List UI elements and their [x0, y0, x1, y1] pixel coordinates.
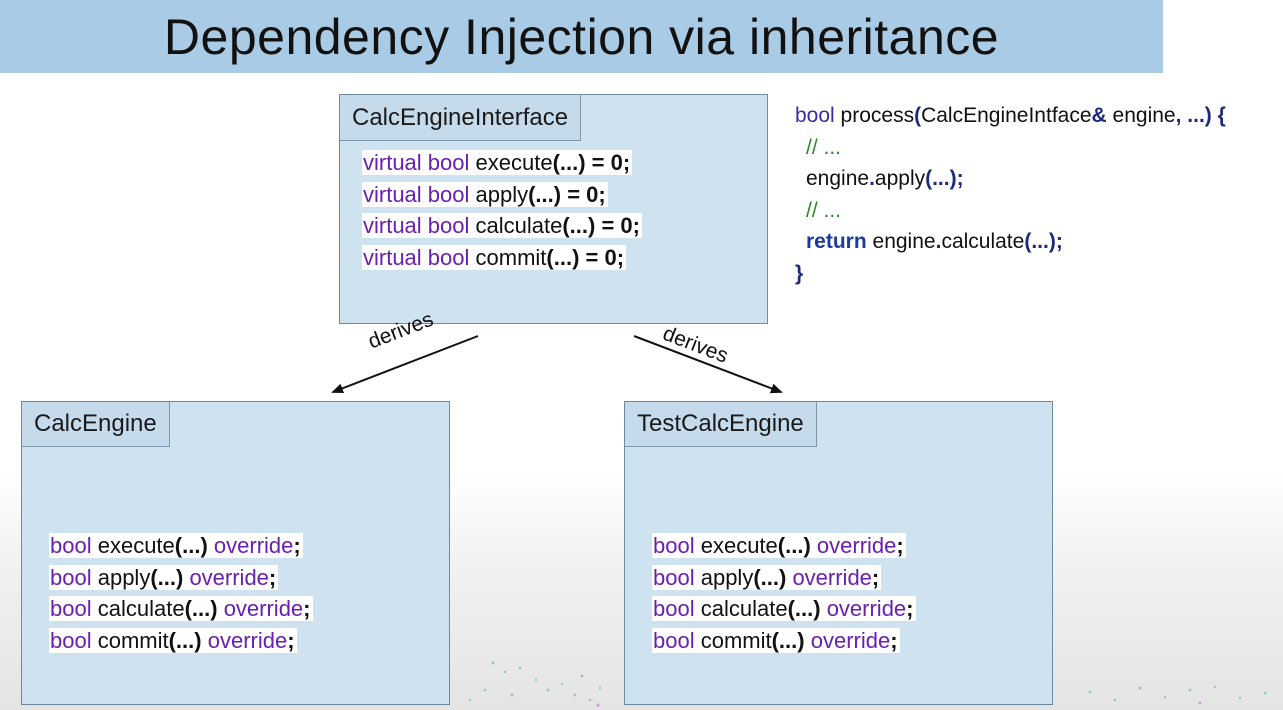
test-calc-engine-method-calculate: bool calculate(...) override;	[652, 596, 916, 621]
interface-method-apply: virtual bool apply(...) = 0;	[362, 181, 608, 207]
interface-box-title: CalcEngineInterface	[340, 95, 582, 141]
calc-engine-method-calculate: bool calculate(...) override;	[49, 596, 313, 621]
interface-method-calculate: virtual bool calculate(...) = 0;	[362, 213, 642, 238]
interface-method-commit: virtual bool commit(...) = 0;	[362, 244, 627, 270]
code-line-comment-1: // ...	[806, 135, 842, 159]
interface-box: CalcEngineInterface virtual bool execute…	[339, 94, 768, 324]
calc-engine-method-apply: bool apply(...) override;	[49, 564, 279, 590]
code-line-apply: engine.apply(...);	[806, 167, 964, 190]
calc-engine-method-commit: bool commit(...) override;	[49, 627, 297, 653]
test-calc-engine-box: TestCalcEngine bool execute(...) overrid…	[624, 401, 1053, 705]
calc-engine-method-list: bool execute(...) override; bool apply(.…	[49, 530, 313, 656]
interface-method-list: virtual bool execute(...) = 0; virtual b…	[362, 147, 642, 273]
calc-engine-box-title: CalcEngine	[22, 402, 170, 447]
left-derives-arrow	[331, 335, 479, 394]
slide-title: Dependency Injection via inheritance	[0, 0, 1163, 73]
test-calc-engine-method-apply: bool apply(...) override;	[652, 564, 882, 590]
code-line-close-brace: }	[795, 261, 804, 285]
code-line-signature: bool process(CalcEngineIntface& engine, …	[795, 104, 1226, 127]
test-calc-engine-method-list: bool execute(...) override; bool apply(.…	[652, 530, 916, 656]
code-line-return: return engine.calculate(...);	[806, 230, 1063, 253]
test-calc-engine-method-commit: bool commit(...) override;	[652, 627, 900, 653]
test-calc-engine-method-execute: bool execute(...) override;	[652, 533, 906, 558]
right-derives-label: derives	[659, 322, 732, 368]
code-line-comment-2: // ...	[806, 198, 842, 222]
interface-method-execute: virtual bool execute(...) = 0;	[362, 150, 633, 175]
process-function-code: bool process(CalcEngineIntface& engine, …	[795, 100, 1226, 289]
calc-engine-method-execute: bool execute(...) override;	[49, 533, 303, 558]
calc-engine-box: CalcEngine bool execute(...) override; b…	[21, 401, 450, 705]
test-calc-engine-box-title: TestCalcEngine	[625, 402, 817, 447]
